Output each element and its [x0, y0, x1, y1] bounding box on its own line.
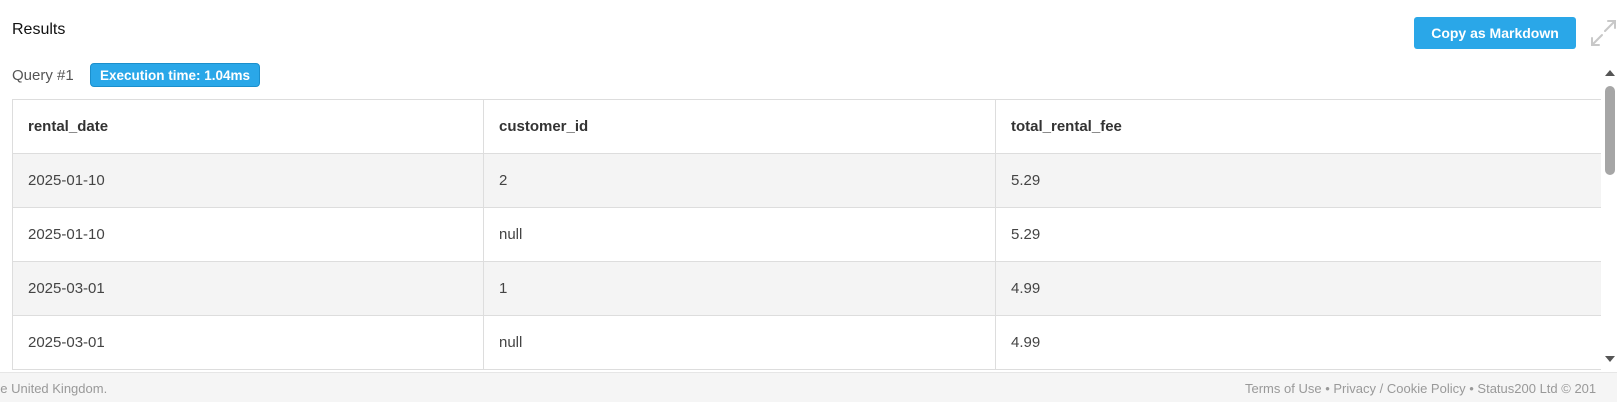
query-label: Query #1 — [12, 67, 74, 84]
footer-separator: • — [1469, 381, 1474, 396]
table-cell: 2025-01-10 — [12, 153, 484, 208]
table-cell: 2025-03-01 — [12, 261, 484, 316]
expand-arrows-icon[interactable] — [1590, 18, 1617, 48]
page-footer: he United Kingdom. Terms of Use • Privac… — [0, 372, 1617, 402]
table-row: 2025-01-10 2 5.29 — [12, 153, 1601, 208]
table-cell: null — [483, 207, 996, 262]
column-header: rental_date — [12, 99, 484, 154]
copy-as-markdown-button[interactable]: Copy as Markdown — [1414, 17, 1576, 49]
footer-left-text: he United Kingdom. — [0, 381, 108, 396]
results-title: Results — [12, 21, 66, 38]
execution-time-badge: Execution time: 1.04ms — [90, 63, 261, 87]
results-panel: Results Copy as Markdown Query #1 Execut… — [0, 0, 1617, 372]
scrollbar-thumb[interactable] — [1605, 86, 1615, 175]
column-header: customer_id — [483, 99, 996, 154]
table-row: 2025-03-01 1 4.99 — [12, 261, 1601, 316]
table-cell: 5.29 — [995, 153, 1601, 208]
table-row: 2025-03-01 null 4.99 — [12, 315, 1601, 370]
footer-links: Terms of Use • Privacy / Cookie Policy •… — [1245, 381, 1596, 396]
footer-separator: • — [1325, 381, 1330, 396]
privacy-cookie-policy-link[interactable]: Privacy / Cookie Policy — [1333, 381, 1465, 396]
results-table: rental_date customer_id total_rental_fee… — [12, 99, 1601, 370]
table-cell: 5.29 — [995, 207, 1601, 262]
results-table-container: rental_date customer_id total_rental_fee… — [12, 99, 1601, 372]
column-header: total_rental_fee — [995, 99, 1601, 154]
footer-copyright: Status200 Ltd © 201 — [1477, 381, 1597, 396]
vertical-scrollbar[interactable] — [1603, 68, 1617, 364]
table-cell: 2025-03-01 — [12, 315, 484, 370]
table-cell: 1 — [483, 261, 996, 316]
scroll-down-arrow-icon[interactable] — [1605, 356, 1615, 362]
table-cell: 4.99 — [995, 315, 1601, 370]
scroll-up-arrow-icon[interactable] — [1605, 70, 1615, 76]
terms-of-use-link[interactable]: Terms of Use — [1245, 381, 1322, 396]
table-cell: 2025-01-10 — [12, 207, 484, 262]
table-cell: 4.99 — [995, 261, 1601, 316]
table-cell: null — [483, 315, 996, 370]
table-header-row: rental_date customer_id total_rental_fee — [12, 99, 1601, 154]
table-cell: 2 — [483, 153, 996, 208]
table-row: 2025-01-10 null 5.29 — [12, 207, 1601, 262]
